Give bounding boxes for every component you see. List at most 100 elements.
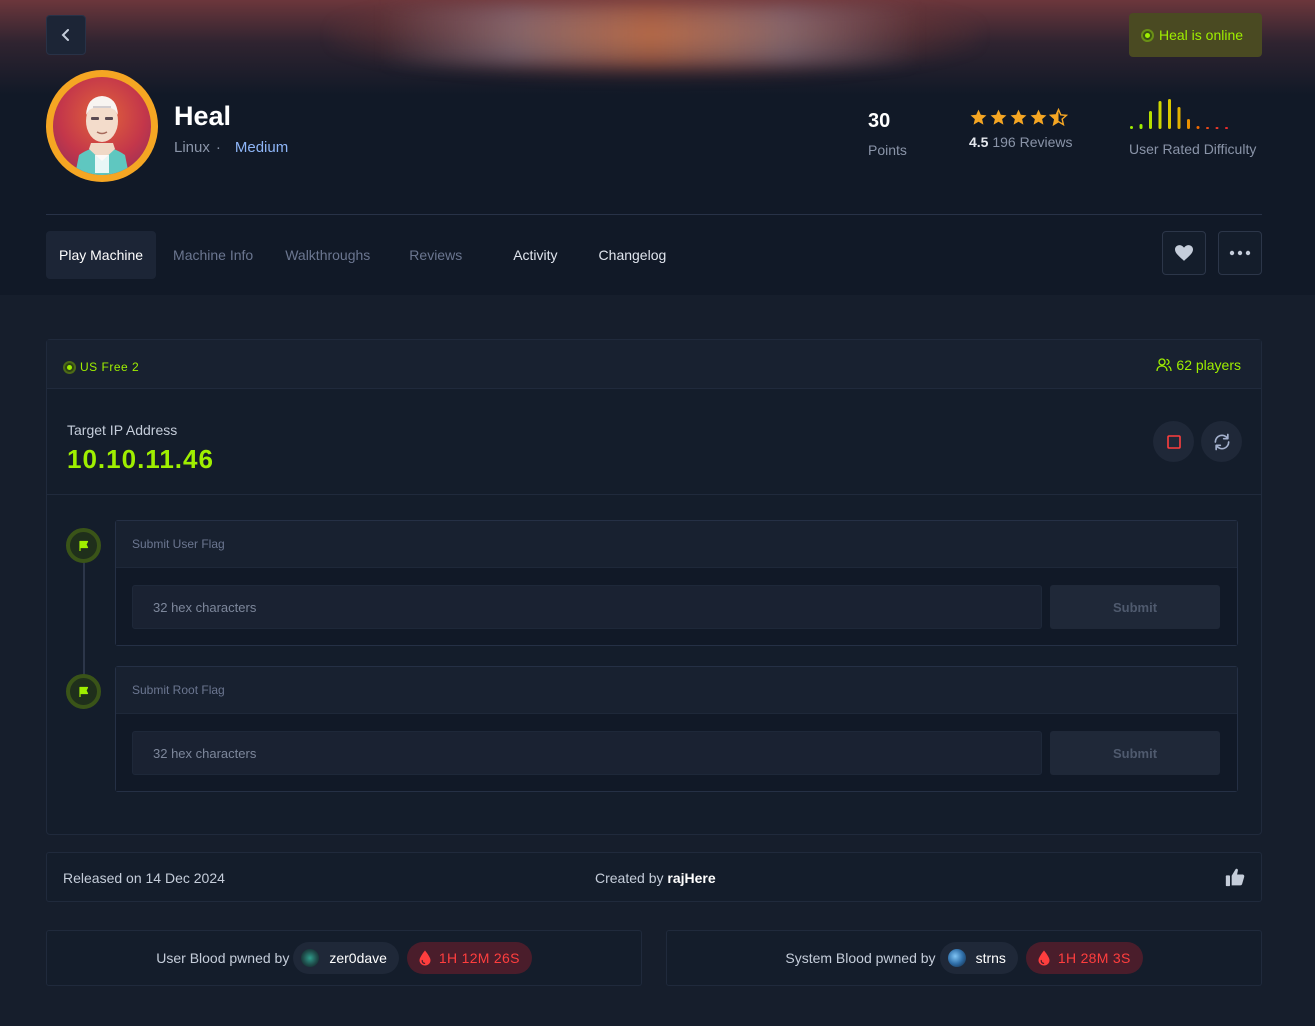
- difficulty-bar: [1149, 111, 1152, 129]
- reset-machine-button[interactable]: [1201, 421, 1242, 462]
- system-blood-name: strns: [975, 950, 1006, 966]
- user-flag-submit-button[interactable]: Submit: [1050, 585, 1220, 629]
- machine-difficulty: Medium: [234, 139, 289, 156]
- creator-link[interactable]: rajHere: [667, 870, 715, 886]
- machine-tabs: Play Machine Machine Info Walkthroughs R…: [46, 231, 682, 279]
- server-indicator[interactable]: US Free 2: [63, 360, 139, 374]
- user-blood-owner[interactable]: zer0dave: [293, 942, 399, 974]
- system-blood-time: 1H 28M 3S: [1025, 942, 1143, 974]
- user-blood-avatar: [301, 949, 320, 967]
- header-banner: [0, 0, 1315, 95]
- root-flag-input[interactable]: 32 hex characters: [132, 731, 1042, 775]
- server-online-icon: [63, 360, 76, 374]
- avatar-illustration: [75, 96, 129, 175]
- tab-play-machine[interactable]: Play Machine: [46, 231, 157, 279]
- target-ip[interactable]: 10.10.11.46: [67, 444, 214, 475]
- root-flag-submit-button[interactable]: Submit: [1050, 731, 1220, 775]
- points-label: Points: [868, 142, 907, 158]
- user-blood-name: zer0dave: [329, 950, 387, 966]
- root-flag-panel: Submit Root Flag 32 hex characters Submi…: [115, 666, 1238, 792]
- half-star-icon: [1049, 108, 1068, 127]
- user-blood-time-text: 1H 12M 26S: [438, 950, 520, 966]
- stop-machine-button[interactable]: [1153, 421, 1194, 462]
- difficulty-bar: [1196, 126, 1200, 129]
- reviews-count: 196 Reviews: [992, 134, 1073, 150]
- blood-drop-icon: [419, 950, 431, 966]
- difficulty-bar: [1139, 124, 1143, 129]
- user-flag-input[interactable]: 32 hex characters: [132, 585, 1042, 629]
- machine-info-bar: Released on 14 Dec 2024 Created by rajHe…: [46, 852, 1262, 902]
- points-value: 30: [868, 110, 891, 132]
- system-blood-avatar: [947, 949, 966, 967]
- created-by-prefix: Created by: [595, 870, 664, 886]
- players-text: 62 players: [1176, 357, 1241, 373]
- root-flag-title: Submit Root Flag: [116, 667, 1237, 714]
- thumbs-up-icon: [1225, 868, 1245, 887]
- flag-icon: [78, 540, 88, 551]
- more-icon: [1229, 250, 1251, 256]
- header-divider: [46, 214, 1262, 215]
- tab-activity[interactable]: Activity: [492, 231, 579, 279]
- star-icon: [970, 109, 987, 125]
- system-blood-panel: System Blood pwned by strns 1H 28M 3S: [666, 930, 1262, 986]
- difficulty-bar: [1158, 101, 1162, 129]
- tab-walkthroughs[interactable]: Walkthroughs: [269, 231, 390, 279]
- difficulty-bar: [1187, 119, 1190, 129]
- rating-value: 4.5: [969, 134, 989, 150]
- difficulty-bar: [1168, 99, 1171, 129]
- difficulty-bar: [1206, 127, 1209, 129]
- tab-changelog[interactable]: Changelog: [580, 231, 683, 279]
- stop-icon: [1166, 434, 1181, 449]
- user-flag-title: Submit User Flag: [116, 521, 1237, 568]
- banner-art-highlight: [380, 5, 920, 65]
- difficulty-bar: [1177, 107, 1181, 129]
- users-icon: [1156, 358, 1173, 372]
- card-header: US Free 2 62 players: [47, 340, 1261, 389]
- meta-separator: ·: [215, 139, 221, 156]
- release-date: Released on 14 Dec 2024: [63, 870, 225, 886]
- online-status-text: Heal is online: [1159, 27, 1244, 43]
- heart-icon: [1175, 245, 1193, 261]
- refresh-icon: [1213, 433, 1230, 450]
- respect-creator-button[interactable]: [1225, 867, 1245, 890]
- chevron-left-icon: [61, 29, 69, 41]
- system-blood-owner[interactable]: strns: [939, 942, 1018, 974]
- machine-os: Linux: [174, 139, 210, 156]
- star-icon: [1030, 109, 1047, 125]
- user-flag-node: [66, 528, 101, 563]
- tab-reviews[interactable]: Reviews: [390, 231, 492, 279]
- difficulty-bar: [1130, 126, 1133, 129]
- online-status-badge: Heal is online: [1129, 13, 1262, 57]
- points-stat: 30 Points: [868, 110, 907, 158]
- tab-machine-info[interactable]: Machine Info: [156, 231, 269, 279]
- system-blood-time-text: 1H 28M 3S: [1057, 950, 1131, 966]
- user-difficulty-stat: User Rated Difficulty: [1129, 98, 1256, 157]
- difficulty-bar: [1225, 127, 1228, 129]
- rating-line: 4.5 196 Reviews: [969, 134, 1073, 150]
- play-machine-card: US Free 2 62 players Target IP Address 1…: [46, 339, 1262, 835]
- user-blood-panel: User Blood pwned by zer0dave 1H 12M 26S: [46, 930, 642, 986]
- created-by: Created by rajHere: [595, 870, 716, 886]
- system-blood-label: System Blood pwned by: [785, 950, 936, 966]
- rating-stat[interactable]: 4.5 196 Reviews: [969, 108, 1073, 150]
- difficulty-bar: [1215, 127, 1219, 129]
- server-name: US Free 2: [80, 360, 140, 374]
- star-icon: [990, 109, 1007, 125]
- machine-avatar: [46, 70, 158, 182]
- difficulty-histogram: [1130, 99, 1228, 129]
- timeline-line: [83, 546, 85, 692]
- players-count: 62 players: [1156, 357, 1241, 373]
- machine-name: Heal: [174, 101, 232, 131]
- online-dot-icon: [1141, 28, 1154, 42]
- user-difficulty-label: User Rated Difficulty: [1129, 141, 1257, 157]
- flag-icon: [78, 686, 88, 697]
- more-options-button[interactable]: [1218, 231, 1262, 275]
- back-button[interactable]: [46, 15, 86, 55]
- user-flag-panel: Submit User Flag 32 hex characters Submi…: [115, 520, 1238, 646]
- user-blood-label: User Blood pwned by: [156, 950, 290, 966]
- card-divider: [47, 494, 1261, 495]
- root-flag-node: [66, 674, 101, 709]
- rating-stars: [969, 108, 1073, 127]
- favorite-button[interactable]: [1162, 231, 1206, 275]
- user-blood-time: 1H 12M 26S: [406, 942, 532, 974]
